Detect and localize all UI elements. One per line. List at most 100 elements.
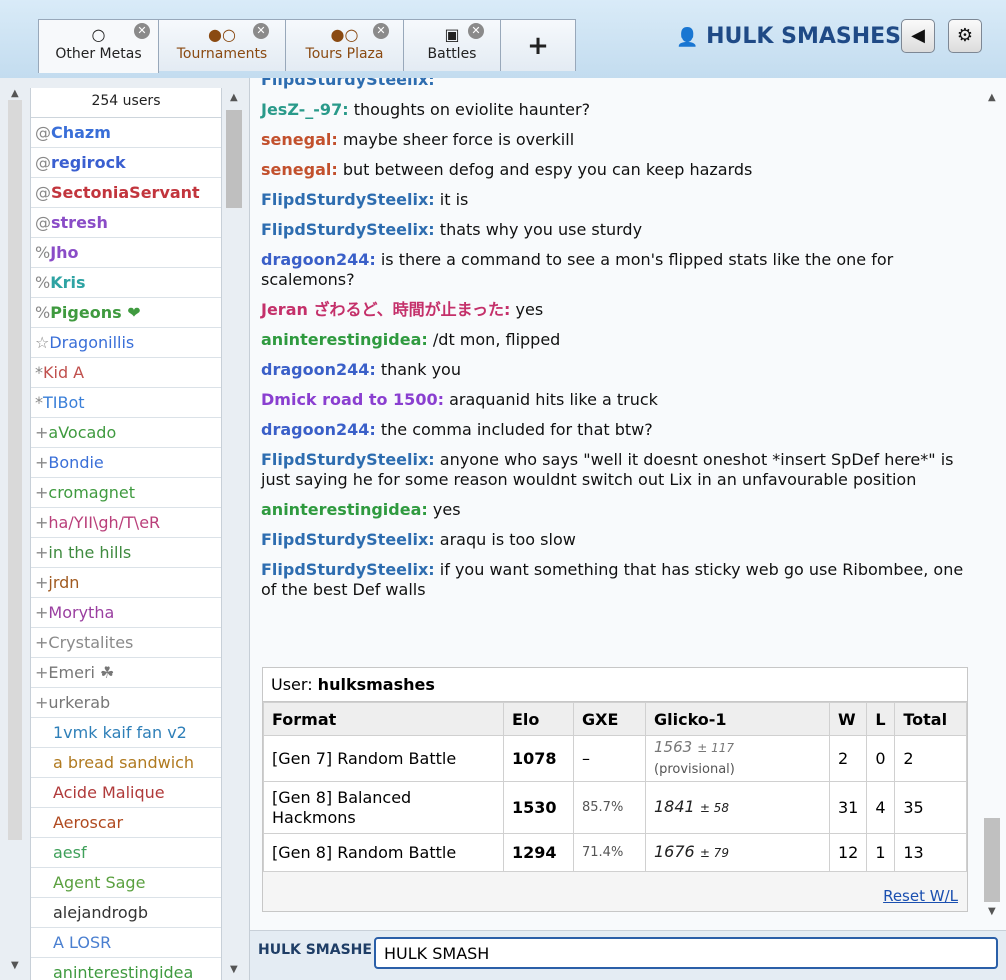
chat-message: aninterestingidea: /dt mon, flipped	[261, 325, 981, 355]
user-list-item[interactable]: aesf	[31, 838, 221, 868]
user-list-item[interactable]: +cromagnet	[31, 478, 221, 508]
scroll-up-arrow-icon[interactable]: ▲	[230, 92, 238, 103]
user-list-item[interactable]: *TIBot	[31, 388, 221, 418]
user-list-item[interactable]: a bread sandwich	[31, 748, 221, 778]
scroll-thumb[interactable]	[984, 818, 1000, 902]
user-name: regirock	[51, 153, 126, 172]
reset-wl-link[interactable]: Reset W/L	[883, 887, 958, 905]
col-glicko: Glicko-1	[645, 702, 830, 736]
user-rank: +	[35, 513, 49, 532]
user-list-item[interactable]: 1vmk kaif fan v2	[31, 718, 221, 748]
scroll-up-arrow-icon[interactable]: ▲	[11, 88, 19, 99]
close-icon[interactable]: ✕	[134, 23, 150, 39]
tab-tours-plaza[interactable]: ●○ Tours Plaza ✕	[285, 19, 404, 71]
userlist-scrollbar[interactable]: ▲ ▼	[224, 88, 244, 980]
format-cell: [Gen 7] Random Battle	[263, 735, 504, 782]
user-list-item[interactable]: +Emeri ☘	[31, 658, 221, 688]
user-list-item[interactable]: +aVocado	[31, 418, 221, 448]
scroll-down-arrow-icon[interactable]: ▼	[11, 960, 19, 971]
close-icon[interactable]: ✕	[468, 23, 484, 39]
user-list-item[interactable]: +ha/YII\gh/T\eR	[31, 508, 221, 538]
chat-scrollbar[interactable]: ▲ ▼	[982, 88, 1002, 920]
chat-message: FlipdSturdySteelix: if you want somethin…	[261, 555, 981, 605]
user-list-item[interactable]: ☆Dragonillis	[31, 328, 221, 358]
user-list-item[interactable]: %Kris	[31, 268, 221, 298]
losses-cell: 0	[866, 735, 896, 782]
chat-username[interactable]: FlipdSturdySteelix:	[261, 560, 435, 579]
total-cell: 35	[894, 781, 967, 834]
user-list-item[interactable]: %Jho	[31, 238, 221, 268]
chat-username[interactable]: Dmick road to 1500:	[261, 390, 444, 409]
user-list-item[interactable]: alejandrogb	[31, 898, 221, 928]
user-rank: ☆	[35, 333, 50, 352]
chat-username[interactable]: FlipdSturdySteelix:	[261, 450, 435, 469]
user-list-item[interactable]: +Bondie	[31, 448, 221, 478]
scroll-track	[8, 100, 22, 840]
user-list-item[interactable]: Acide Malique	[31, 778, 221, 808]
header: ○ Other Metas ✕ ●○ Tournaments ✕ ●○ Tour…	[0, 0, 1006, 78]
tab-other-metas[interactable]: ○ Other Metas ✕	[38, 19, 159, 73]
settings-button[interactable]: ⚙	[948, 19, 982, 53]
chat-text: thats why you use sturdy	[439, 220, 643, 239]
add-tab-button[interactable]: +	[500, 19, 576, 71]
user-list: 254 users @Chazm @regirock @SectoniaServan…	[30, 88, 222, 980]
chat-username[interactable]: senegal:	[261, 130, 338, 149]
user-list-item[interactable]: @regirock	[31, 148, 221, 178]
close-icon[interactable]: ✕	[373, 23, 389, 39]
user-list-item[interactable]: +Morytha	[31, 598, 221, 628]
user-list-item[interactable]: *Kid A	[31, 358, 221, 388]
user-rank: @	[35, 123, 51, 142]
tab-tournaments[interactable]: ●○ Tournaments ✕	[158, 19, 286, 71]
user-rank: +	[35, 573, 49, 592]
chat-username[interactable]: FlipdSturdySteelix:	[261, 78, 435, 89]
scroll-thumb[interactable]	[226, 110, 242, 208]
chat-message: aninterestingidea: yes	[261, 495, 981, 525]
sound-button[interactable]: ◀	[901, 19, 935, 53]
user-list-item[interactable]: +jrdn	[31, 568, 221, 598]
user-list-item[interactable]: @stresh	[31, 208, 221, 238]
chat-username[interactable]: dragoon244:	[261, 250, 376, 269]
gxe-cell: 71.4%	[573, 833, 646, 872]
user-name: 1vmk kaif fan v2	[53, 723, 187, 742]
header-username[interactable]: 👤 HULK SMASHES	[676, 24, 901, 49]
user-list-item[interactable]: @SectoniaServant	[31, 178, 221, 208]
tab-label: Other Metas	[55, 46, 142, 62]
chat-text: maybe sheer force is overkill	[342, 130, 575, 149]
scroll-down-arrow-icon[interactable]: ▼	[230, 964, 238, 975]
close-icon[interactable]: ✕	[253, 23, 269, 39]
user-list-item[interactable]: Aeroscar	[31, 808, 221, 838]
scroll-down-arrow-icon[interactable]: ▼	[988, 906, 996, 917]
user-list-item[interactable]: A LOSR	[31, 928, 221, 958]
user-rank: *	[35, 363, 43, 382]
user-rank: +	[35, 423, 49, 442]
chat-username[interactable]: JesZ-_-97:	[261, 100, 349, 119]
chat-username[interactable]: dragoon244:	[261, 360, 376, 379]
chat-username[interactable]: dragoon244:	[261, 420, 376, 439]
user-list-item[interactable]: %Pigeons ❤	[31, 298, 221, 328]
format-cell: [Gen 8] Balanced Hackmons	[263, 781, 504, 834]
user-list-item[interactable]: Agent Sage	[31, 868, 221, 898]
col-w: W	[828, 702, 868, 736]
scroll-up-arrow-icon[interactable]: ▲	[988, 92, 996, 103]
chat-input[interactable]	[374, 937, 998, 969]
chat-username[interactable]: FlipdSturdySteelix:	[261, 190, 435, 209]
chat-username[interactable]: Jeran ざわるど、時間が止まった:	[261, 300, 510, 319]
rating-table: Format Elo GXE Glicko-1 W L Total [Gen 7…	[263, 702, 967, 872]
chat-username[interactable]: senegal:	[261, 160, 338, 179]
user-list-item[interactable]: aninterestingidea	[31, 958, 221, 980]
chat-username[interactable]: aninterestingidea:	[261, 330, 428, 349]
rating-username: hulksmashes	[317, 675, 435, 694]
tab-battles[interactable]: ▣ Battles ✕	[403, 19, 501, 71]
rating-user: User: hulksmashes	[263, 668, 967, 702]
user-list-item[interactable]: +Crystalites	[31, 628, 221, 658]
user-list-item[interactable]: +in the hills	[31, 538, 221, 568]
user-list-item[interactable]: +urkerab	[31, 688, 221, 718]
chat-message: FlipdSturdySteelix: thats why you use st…	[261, 215, 981, 245]
elo-cell: 1530	[503, 781, 574, 834]
user-list-item[interactable]: @Chazm	[31, 118, 221, 148]
chat-username[interactable]: aninterestingidea:	[261, 500, 428, 519]
outer-scrollbar[interactable]: ▲ ▼	[5, 88, 23, 972]
chat-text: thoughts on eviolite haunter?	[353, 100, 591, 119]
chat-username[interactable]: FlipdSturdySteelix:	[261, 530, 435, 549]
chat-username[interactable]: FlipdSturdySteelix:	[261, 220, 435, 239]
